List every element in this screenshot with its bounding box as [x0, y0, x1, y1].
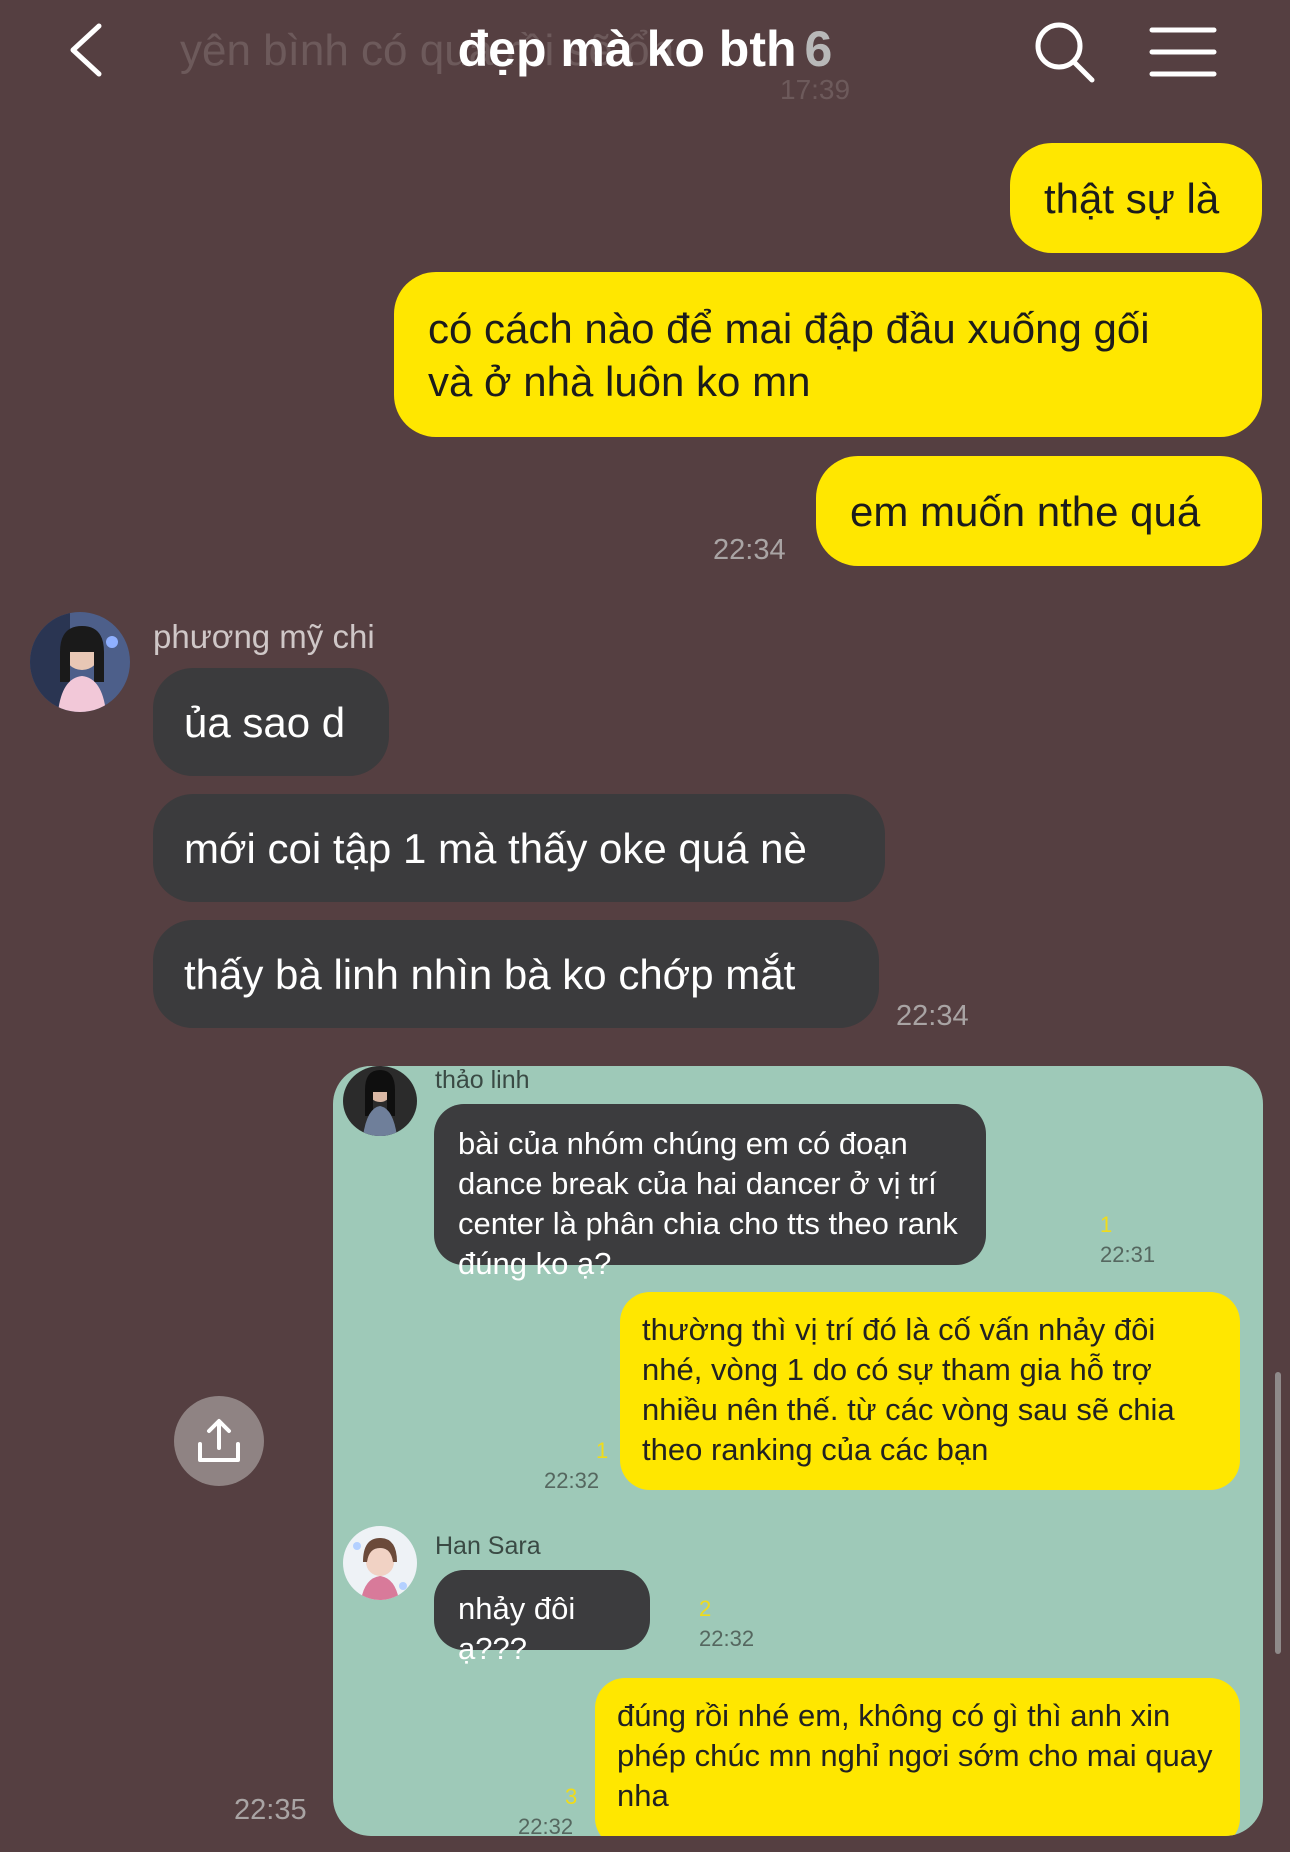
my-message-bubble[interactable]: em muốn nthe quá	[816, 456, 1262, 566]
share-button[interactable]	[174, 1396, 264, 1486]
profile-photo-icon	[343, 1526, 417, 1600]
their-message-bubble: nhảy đôi ạ???	[434, 1570, 650, 1666]
back-button[interactable]	[55, 14, 115, 86]
message-text: thấy bà linh nhìn bà ko chớp mắt	[184, 950, 796, 998]
avatar	[343, 1526, 417, 1600]
message-text: thường thì vị trí đó là cố vấn nhảy đôi …	[642, 1312, 1175, 1467]
sender-name: Han Sara	[435, 1532, 541, 1560]
message-text: bài của nhóm chúng em có đoạn dance brea…	[458, 1126, 958, 1281]
message-time: 22:32	[544, 1468, 600, 1493]
share-upload-icon	[198, 1419, 240, 1462]
avatar[interactable]	[30, 612, 130, 712]
message-text: em muốn nthe quá	[850, 487, 1201, 535]
their-message-bubble[interactable]: thấy bà linh nhìn bà ko chớp mắt	[153, 920, 879, 1028]
profile-photo-icon	[343, 1066, 417, 1136]
message-text: nhảy đôi ạ???	[458, 1591, 576, 1666]
their-message-bubble[interactable]: ủa sao d	[153, 668, 389, 776]
unread-count: 3	[565, 1784, 578, 1809]
message-text: thật sự là	[1044, 174, 1220, 222]
unread-count: 2	[699, 1596, 712, 1621]
their-message-bubble[interactable]: mới coi tập 1 mà thấy oke quá nè	[153, 794, 885, 902]
shared-screenshot-image[interactable]: thảo linh bài của nhóm chúng em có đoạn …	[333, 1066, 1263, 1836]
chat-title[interactable]: đẹp mà ko bth 6	[330, 20, 960, 78]
their-message-bubble: bài của nhóm chúng em có đoạn dance brea…	[434, 1104, 986, 1281]
message-time: 22:31	[1100, 1242, 1156, 1267]
hamburger-menu-icon	[1149, 27, 1217, 77]
menu-button[interactable]	[1148, 18, 1218, 86]
message-text: đúng rồi nhé em, không có gì thì anh xin…	[617, 1698, 1213, 1813]
chat-header: yên bình có qua rồi sẽ ổn 17:39 đẹp mà k…	[0, 0, 1290, 110]
sender-name: phương mỹ chi	[153, 618, 375, 655]
chevron-left-icon	[70, 23, 102, 77]
my-message-bubble[interactable]: có cách nào để mai đập đầu xuống gối và …	[394, 272, 1262, 437]
ghost-preview-time: 17:39	[780, 74, 851, 105]
scrollbar[interactable]	[1275, 1372, 1281, 1654]
message-text: ủa sao d	[184, 698, 346, 746]
member-count: 6	[804, 21, 833, 77]
unread-count: 1	[1100, 1212, 1113, 1237]
message-text-line: và ở nhà luôn ko mn	[428, 357, 811, 405]
chat-title-text: đẹp mà ko bth	[457, 21, 797, 77]
search-icon	[1035, 22, 1095, 83]
search-button[interactable]	[1030, 18, 1098, 86]
profile-photo-icon	[30, 612, 130, 712]
message-time: 22:32	[518, 1814, 574, 1836]
message-text: mới coi tập 1 mà thấy oke quá nè	[184, 824, 807, 872]
my-message-bubble: đúng rồi nhé em, không có gì thì anh xin…	[595, 1678, 1240, 1836]
my-message-bubble: thường thì vị trí đó là cố vấn nhảy đôi …	[620, 1292, 1240, 1490]
sender-name: thảo linh	[435, 1066, 530, 1094]
message-time: 22:34	[896, 1000, 969, 1032]
message-time: 22:34	[713, 534, 786, 566]
message-time: 22:35	[234, 1794, 307, 1826]
message-text-line: có cách nào để mai đập đầu xuống gối	[428, 304, 1150, 352]
my-message-bubble[interactable]: thật sự là	[1010, 143, 1262, 253]
avatar	[343, 1066, 417, 1136]
message-time: 22:32	[699, 1626, 755, 1651]
unread-count: 1	[596, 1438, 609, 1463]
